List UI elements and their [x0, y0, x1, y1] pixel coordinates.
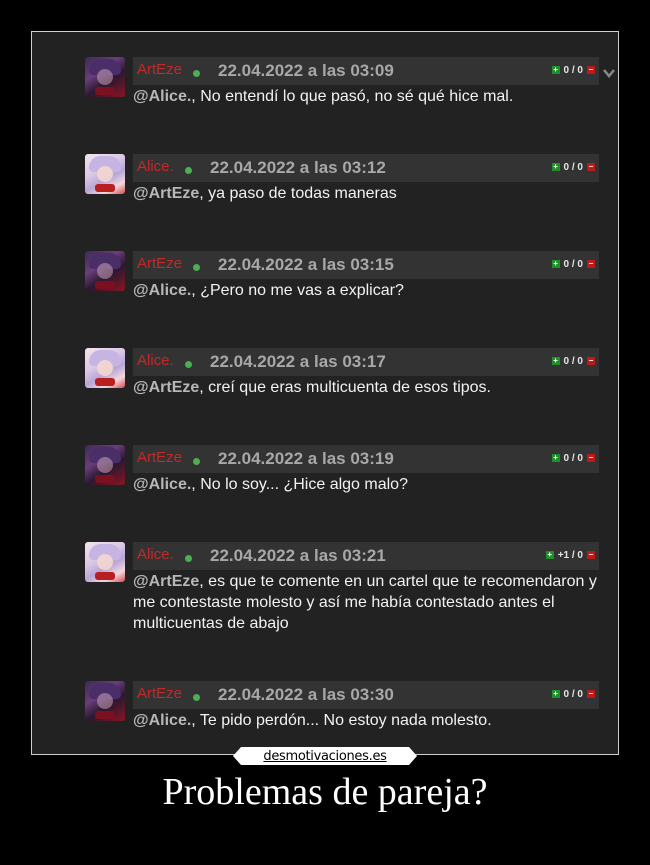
username-link[interactable]: Alice.	[137, 546, 174, 563]
vote-counter: + 0 / 0 −	[551, 451, 595, 465]
comment-date: 22.04.2022 a las 03:19	[218, 449, 394, 468]
vote-score: 0 / 0	[563, 355, 583, 367]
username-link[interactable]: Alice.	[137, 158, 174, 175]
vote-up-icon[interactable]: +	[551, 454, 560, 462]
comment-text: @ArtEze, ya paso de todas maneras	[133, 185, 397, 202]
vote-score: +1 / 0	[557, 549, 583, 561]
vote-score: 0 / 0	[563, 64, 583, 76]
comment-header: ArtEze 22.04.2022 a las 03:30 + 0 / 0 −	[133, 681, 599, 709]
online-status-icon	[193, 458, 200, 465]
vote-score: 0 / 0	[563, 688, 583, 700]
avatar[interactable]	[85, 154, 125, 194]
vote-score: 0 / 0	[563, 452, 583, 464]
comment-text: @ArtEze, creí que eras multicuenta de es…	[133, 379, 491, 396]
username-link[interactable]: ArtEze	[137, 255, 182, 272]
vote-down-icon[interactable]: −	[587, 66, 595, 74]
site-logo: desmotivaciones.es	[233, 747, 417, 765]
comment-date: 22.04.2022 a las 03:15	[218, 255, 394, 274]
vote-counter: + 0 / 0 −	[551, 160, 595, 174]
comment-text: @Alice., No lo soy... ¿Hice algo malo?	[133, 476, 408, 493]
online-status-icon	[185, 361, 192, 368]
vote-up-icon[interactable]: +	[551, 690, 560, 698]
vote-down-icon[interactable]: −	[587, 690, 595, 698]
comment-header: Alice. 22.04.2022 a las 03:12 + 0 / 0 −	[133, 154, 599, 182]
avatar[interactable]	[85, 681, 125, 721]
comment-date: 22.04.2022 a las 03:30	[218, 685, 394, 704]
online-status-icon	[185, 167, 192, 174]
vote-up-icon[interactable]: +	[551, 163, 560, 171]
mention-link[interactable]: @Alice.	[133, 476, 191, 493]
comment-text: @Alice., ¿Pero no me vas a explicar?	[133, 282, 404, 299]
comment-date: 22.04.2022 a las 03:17	[210, 352, 386, 371]
online-status-icon	[193, 70, 200, 77]
username-link[interactable]: Alice.	[137, 352, 174, 369]
vote-up-icon[interactable]: +	[551, 357, 560, 365]
site-logo-link[interactable]: desmotivaciones.es	[233, 747, 417, 765]
vote-down-icon[interactable]: −	[587, 551, 595, 559]
avatar[interactable]	[85, 251, 125, 291]
comment-date: 22.04.2022 a las 03:21	[210, 546, 386, 565]
vote-up-icon[interactable]: +	[551, 260, 560, 268]
mention-link[interactable]: @Alice.	[133, 282, 191, 299]
username-link[interactable]: ArtEze	[137, 61, 182, 78]
avatar[interactable]	[85, 542, 125, 582]
comment-date: 22.04.2022 a las 03:09	[218, 61, 394, 80]
mention-link[interactable]: @ArtEze	[133, 379, 199, 396]
username-link[interactable]: ArtEze	[137, 449, 182, 466]
comment-date: 22.04.2022 a las 03:12	[210, 158, 386, 177]
mention-link[interactable]: @Alice.	[133, 88, 191, 105]
mention-link[interactable]: @ArtEze	[133, 573, 199, 590]
comment-header: ArtEze 22.04.2022 a las 03:19 + 0 / 0 −	[133, 445, 599, 473]
collapse-arrow-icon[interactable]	[603, 66, 615, 80]
comment-header: Alice. 22.04.2022 a las 03:21 + +1 / 0 −	[133, 542, 599, 570]
comment-text: @ArtEze, es que te comente en un cartel …	[133, 573, 597, 632]
vote-counter: + 0 / 0 −	[551, 63, 595, 77]
comments-panel: ArtEze 22.04.2022 a las 03:09 + 0 / 0 − …	[31, 31, 619, 755]
avatar[interactable]	[85, 348, 125, 388]
vote-score: 0 / 0	[563, 161, 583, 173]
vote-score: 0 / 0	[563, 258, 583, 270]
comment-text: @Alice., Te pido perdón... No estoy nada…	[133, 712, 492, 729]
vote-counter: + 0 / 0 −	[551, 687, 595, 701]
vote-down-icon[interactable]: −	[587, 163, 595, 171]
online-status-icon	[185, 555, 192, 562]
mention-link[interactable]: @ArtEze	[133, 185, 199, 202]
vote-down-icon[interactable]: −	[587, 454, 595, 462]
poster-caption: Problemas de pareja?	[162, 771, 488, 813]
avatar[interactable]	[85, 445, 125, 485]
comment-header: ArtEze 22.04.2022 a las 03:15 + 0 / 0 −	[133, 251, 599, 279]
vote-up-icon[interactable]: +	[545, 551, 554, 559]
vote-counter: + 0 / 0 −	[551, 257, 595, 271]
comment-header: ArtEze 22.04.2022 a las 03:09 + 0 / 0 −	[133, 57, 599, 85]
username-link[interactable]: ArtEze	[137, 685, 182, 702]
vote-down-icon[interactable]: −	[587, 357, 595, 365]
vote-down-icon[interactable]: −	[587, 260, 595, 268]
comment-header: Alice. 22.04.2022 a las 03:17 + 0 / 0 −	[133, 348, 599, 376]
comment-text: @Alice., No entendí lo que pasó, no sé q…	[133, 88, 514, 105]
mention-link[interactable]: @Alice.	[133, 712, 191, 729]
vote-up-icon[interactable]: +	[551, 66, 560, 74]
avatar[interactable]	[85, 57, 125, 97]
vote-counter: + +1 / 0 −	[545, 548, 595, 562]
online-status-icon	[193, 694, 200, 701]
online-status-icon	[193, 264, 200, 271]
vote-counter: + 0 / 0 −	[551, 354, 595, 368]
